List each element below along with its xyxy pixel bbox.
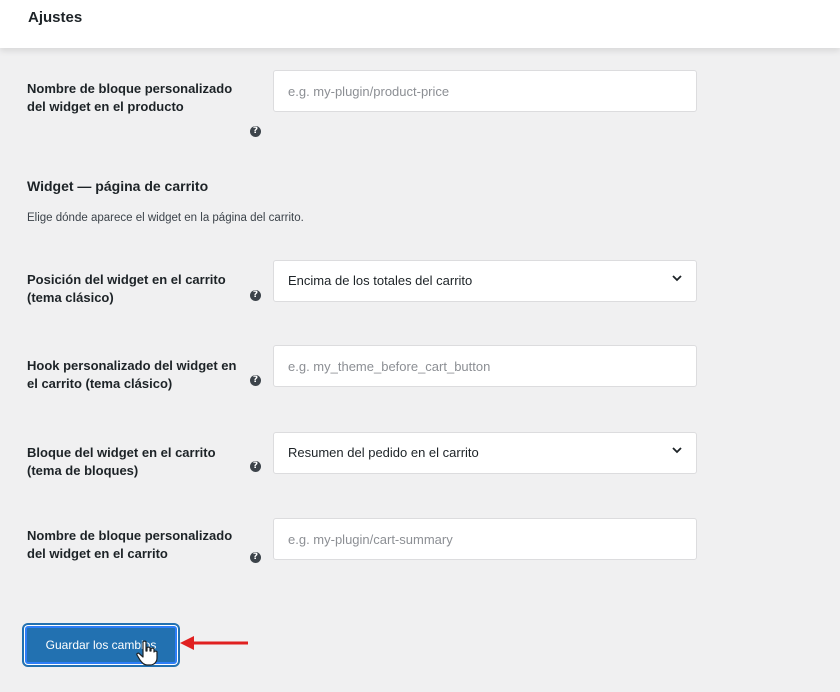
help-icon[interactable]: ? bbox=[250, 375, 261, 386]
help-icon[interactable]: ? bbox=[250, 552, 261, 563]
cart-hook-input[interactable] bbox=[273, 345, 697, 387]
page-title: Ajustes bbox=[28, 9, 83, 26]
cart-widget-position-value: Encima de los totales del carrito bbox=[288, 273, 473, 288]
page-header: Ajustes bbox=[0, 0, 840, 48]
product-block-name-input[interactable] bbox=[273, 70, 697, 112]
chevron-down-icon bbox=[672, 275, 682, 282]
annotation-arrow-icon bbox=[180, 636, 248, 650]
cart-block-name-input[interactable] bbox=[273, 518, 697, 560]
help-icon[interactable]: ? bbox=[250, 461, 261, 472]
help-icon[interactable]: ? bbox=[250, 290, 261, 301]
cart-block-name-label: Nombre de bloque personalizado del widge… bbox=[27, 528, 233, 561]
cart-widget-position-select[interactable]: Encima de los totales del carrito bbox=[273, 260, 697, 302]
cart-block-select[interactable]: Resumen del pedido en el carrito bbox=[273, 432, 697, 474]
product-block-name-label: Nombre de bloque personalizado del widge… bbox=[27, 81, 233, 114]
chevron-down-icon bbox=[672, 447, 682, 454]
cart-block-label: Bloque del widget en el carrito (tema de… bbox=[27, 445, 216, 478]
cart-widget-position-label: Posición del widget en el carrito (tema … bbox=[27, 272, 226, 305]
cart-section-title: Widget — página de carrito bbox=[27, 178, 209, 194]
hand-cursor-icon bbox=[136, 640, 158, 666]
cart-section-description: Elige dónde aparece el widget en la pági… bbox=[27, 212, 304, 224]
help-icon[interactable]: ? bbox=[250, 126, 261, 137]
cart-hook-label: Hook personalizado del widget en el carr… bbox=[27, 358, 237, 391]
cart-block-value: Resumen del pedido en el carrito bbox=[288, 445, 479, 460]
